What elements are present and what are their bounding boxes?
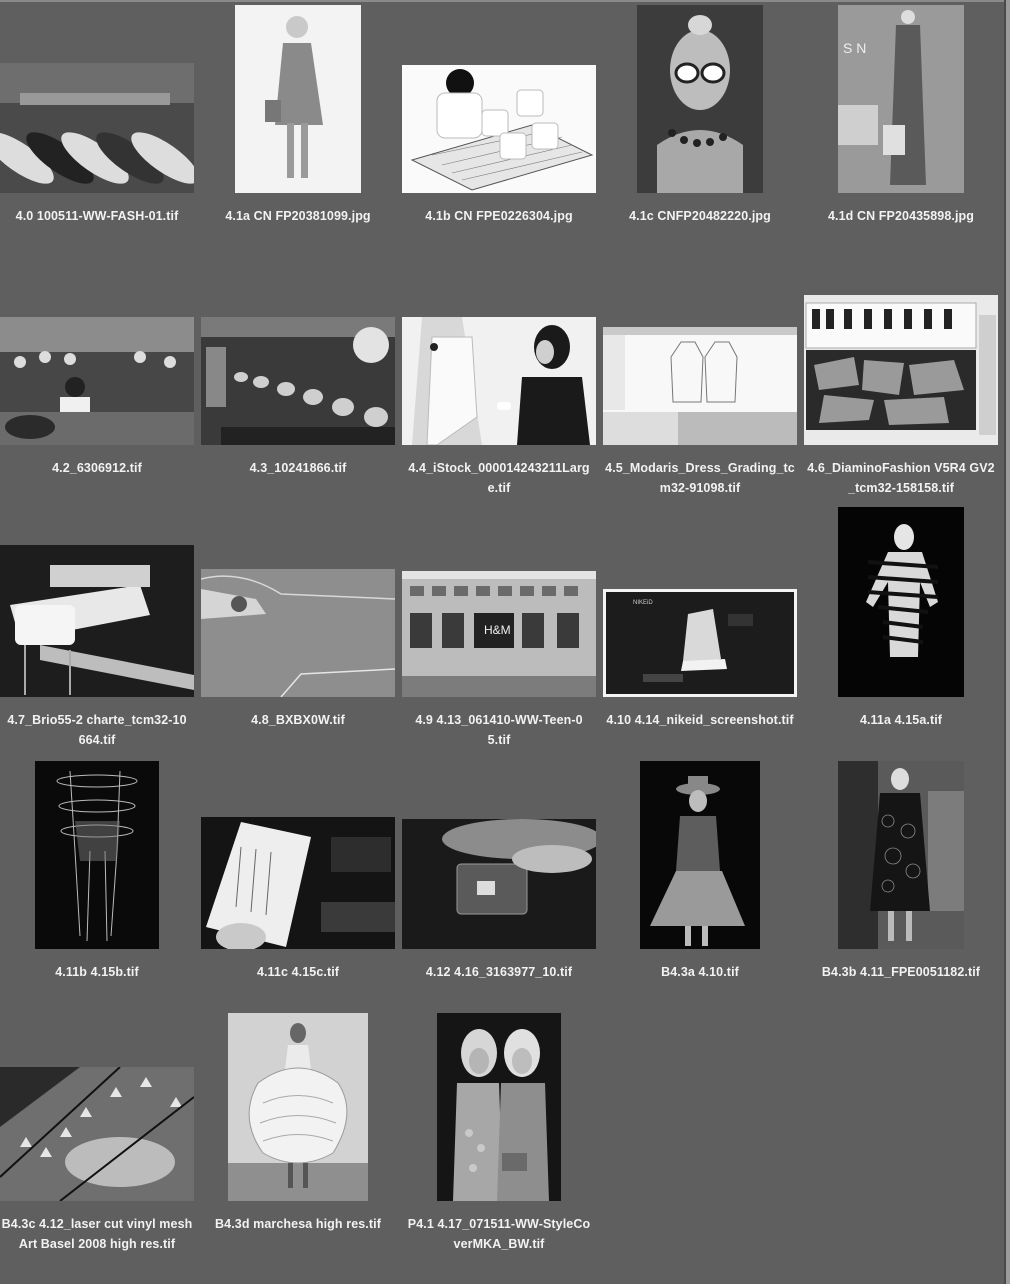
file-name-label[interactable]: B4.3c 4.12_laser cut vinyl mesh Art Base… bbox=[0, 1214, 197, 1254]
file-name-label[interactable]: 4.0 100511-WW-FASH-01.tif bbox=[0, 206, 197, 226]
file-item[interactable]: 4.1b CN FPE0226304.jpg bbox=[399, 0, 599, 252]
tea-set-thumbnail[interactable] bbox=[402, 65, 596, 193]
file-name-label[interactable]: 4.2_6306912.tif bbox=[0, 458, 197, 478]
svg-text:S N: S N bbox=[843, 40, 866, 56]
file-item[interactable]: NIKEiD 4.10 4.14_nikeid_screenshot.tif bbox=[600, 504, 800, 756]
file-item[interactable]: B4.3a 4.10.tif bbox=[600, 756, 800, 1008]
file-name-label[interactable]: 4.8_BXBX0W.tif bbox=[198, 710, 398, 730]
spreading-machine-thumbnail[interactable] bbox=[0, 545, 194, 697]
file-item[interactable]: 4.1a CN FP20381099.jpg bbox=[198, 0, 398, 252]
file-item[interactable]: S N 4.1d CN FP20435898.jpg bbox=[801, 0, 1001, 252]
marker-software-thumbnail[interactable] bbox=[804, 295, 998, 445]
window-right-border bbox=[1006, 0, 1010, 1284]
textile-machine-thumbnail[interactable] bbox=[201, 317, 395, 445]
factory-photo-thumbnail[interactable] bbox=[0, 63, 194, 193]
designer-mannequin-thumbnail[interactable] bbox=[402, 317, 596, 445]
laser-mesh-thumbnail[interactable] bbox=[0, 1067, 194, 1201]
file-name-label[interactable]: 4.3_10241866.tif bbox=[198, 458, 398, 478]
feather-dress-thumbnail[interactable] bbox=[640, 761, 760, 949]
file-item[interactable]: 4.11c 4.15c.tif bbox=[198, 756, 398, 1008]
file-item[interactable]: 4.3_10241866.tif bbox=[198, 252, 398, 504]
file-name-label[interactable]: B4.3a 4.10.tif bbox=[600, 962, 800, 982]
file-item[interactable]: 4.4_iStock_000014243211Larg e.tif bbox=[399, 252, 599, 504]
file-item[interactable]: 4.1c CNFP20482220.jpg bbox=[600, 0, 800, 252]
file-name-label[interactable]: 4.11a 4.15a.tif bbox=[801, 710, 1001, 730]
file-item[interactable]: 4.8_BXBX0W.tif bbox=[198, 504, 398, 756]
file-item[interactable]: P4.1 4.17_071511-WW-StyleCo verMKA_BW.ti… bbox=[399, 1008, 599, 1260]
file-item[interactable]: B4.3d marchesa high res.tif bbox=[198, 1008, 398, 1260]
file-name-label[interactable]: 4.11b 4.15b.tif bbox=[0, 962, 197, 982]
file-item[interactable]: B4.3c 4.12_laser cut vinyl mesh Art Base… bbox=[0, 1008, 197, 1260]
two-women-thumbnail[interactable] bbox=[437, 1013, 561, 1201]
file-name-label[interactable]: B4.3d marchesa high res.tif bbox=[198, 1214, 398, 1234]
file-name-label[interactable]: 4.10 4.14_nikeid_screenshot.tif bbox=[600, 710, 800, 730]
file-name-label[interactable]: 4.4_iStock_000014243211Larg e.tif bbox=[399, 458, 599, 498]
rfid-chip-thumbnail[interactable] bbox=[402, 819, 596, 949]
cutting-tool-thumbnail[interactable] bbox=[201, 569, 395, 697]
file-item[interactable]: 4.5_Modaris_Dress_Grading_tc m32-91098.t… bbox=[600, 252, 800, 504]
file-name-label[interactable]: 4.1a CN FP20381099.jpg bbox=[198, 206, 398, 226]
file-name-label[interactable]: B4.3b 4.11_FPE0051182.tif bbox=[801, 962, 1001, 982]
file-item[interactable]: 4.6_DiaminoFashion V5R4 GV2 _tcm32-15815… bbox=[801, 252, 1001, 504]
svg-text:H&M: H&M bbox=[484, 623, 511, 637]
file-name-label[interactable]: 4.6_DiaminoFashion V5R4 GV2 _tcm32-15815… bbox=[801, 458, 1001, 498]
sketch-card-thumbnail[interactable] bbox=[201, 817, 395, 949]
file-name-label[interactable]: 4.5_Modaris_Dress_Grading_tc m32-91098.t… bbox=[600, 458, 800, 498]
lace-dress-thumbnail[interactable] bbox=[838, 761, 964, 949]
store-front-thumbnail[interactable]: H&M bbox=[402, 571, 596, 697]
file-name-label[interactable]: 4.7_Brio55-2 charte_tcm32-10 664.tif bbox=[0, 710, 197, 750]
file-item[interactable]: 4.11b 4.15b.tif bbox=[0, 756, 197, 1008]
file-name-label[interactable]: 4.9 4.13_061410-WW-Teen-0 5.tif bbox=[399, 710, 599, 750]
runway-model-thumbnail[interactable]: S N bbox=[838, 5, 964, 193]
file-name-label[interactable]: P4.1 4.17_071511-WW-StyleCo verMKA_BW.ti… bbox=[399, 1214, 599, 1254]
wire-figure-thumbnail[interactable] bbox=[35, 761, 159, 949]
file-name-label[interactable]: 4.1c CNFP20482220.jpg bbox=[600, 206, 800, 226]
sneaker-screenshot-thumbnail[interactable]: NIKEiD bbox=[603, 589, 797, 697]
file-name-label[interactable]: 4.1b CN FPE0226304.jpg bbox=[399, 206, 599, 226]
striped-figure-thumbnail[interactable] bbox=[838, 507, 964, 697]
file-name-label[interactable]: 4.12 4.16_3163977_10.tif bbox=[399, 962, 599, 982]
file-item[interactable]: 4.0 100511-WW-FASH-01.tif bbox=[0, 0, 197, 252]
file-item[interactable]: 4.7_Brio55-2 charte_tcm32-10 664.tif bbox=[0, 504, 197, 756]
model-coat-thumbnail[interactable] bbox=[235, 5, 361, 193]
file-item[interactable]: H&M 4.9 4.13_061410-WW-Teen-0 5.tif bbox=[399, 504, 599, 756]
file-name-label[interactable]: 4.11c 4.15c.tif bbox=[198, 962, 398, 982]
pattern-software-thumbnail[interactable] bbox=[603, 327, 797, 445]
file-name-label[interactable]: 4.1d CN FP20435898.jpg bbox=[801, 206, 1001, 226]
svg-text:NIKEiD: NIKEiD bbox=[633, 600, 653, 606]
sunglasses-portrait-thumbnail[interactable] bbox=[637, 5, 763, 193]
file-item[interactable]: 4.12 4.16_3163977_10.tif bbox=[399, 756, 599, 1008]
ruffle-gown-thumbnail[interactable] bbox=[228, 1013, 368, 1201]
sewing-workers-thumbnail[interactable] bbox=[0, 317, 194, 445]
file-item[interactable]: 4.11a 4.15a.tif bbox=[801, 504, 1001, 756]
file-item[interactable]: 4.2_6306912.tif bbox=[0, 252, 197, 504]
file-item[interactable]: B4.3b 4.11_FPE0051182.tif bbox=[801, 756, 1001, 1008]
